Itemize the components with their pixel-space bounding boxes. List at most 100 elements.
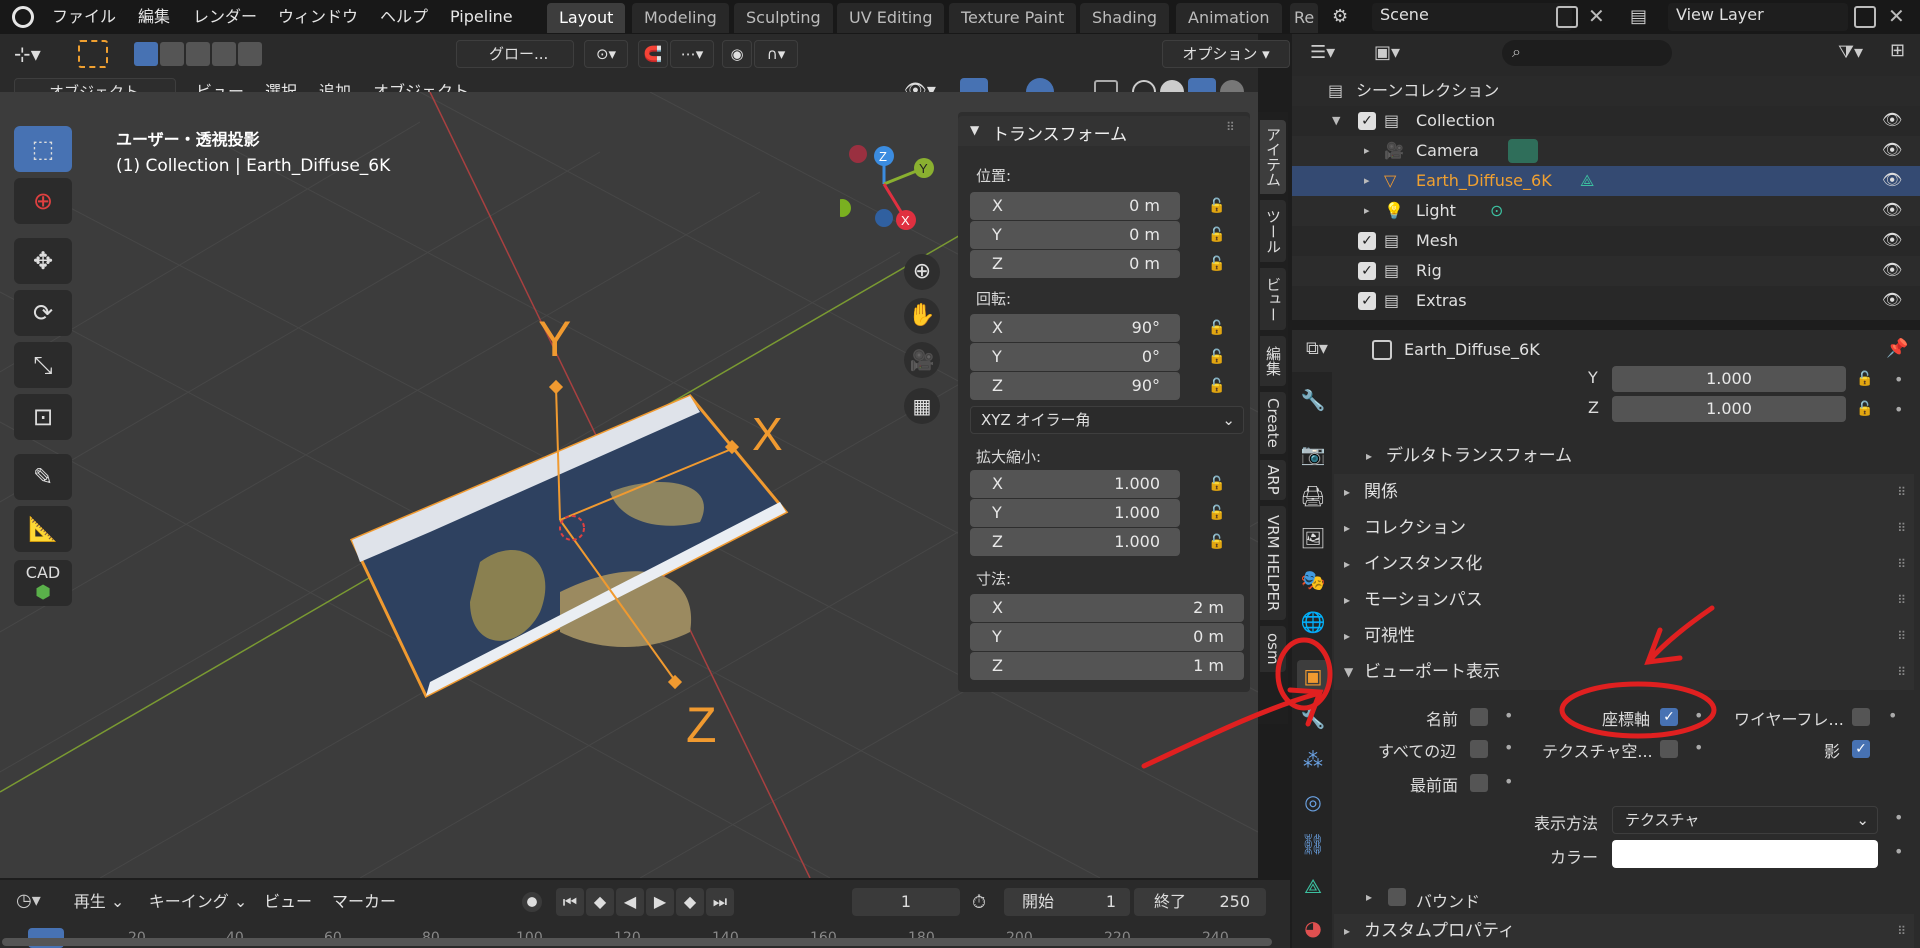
new-collection-icon[interactable]: ⊞ — [1890, 40, 1905, 61]
tool-rotate[interactable]: ⟳ — [14, 290, 72, 336]
rotation-x-field[interactable]: X 90° — [970, 314, 1180, 342]
properties-editor-type-icon[interactable]: ⧉▾ — [1306, 338, 1328, 359]
next-keyframe-button[interactable]: ◆ — [676, 888, 704, 916]
shadow-checkbox[interactable]: ✓ — [1852, 740, 1870, 758]
playback-menu[interactable]: 再生 ⌄ — [66, 888, 132, 916]
select-mode-difference-icon[interactable] — [212, 42, 236, 66]
lock-icon[interactable]: 🔓 — [1208, 378, 1226, 394]
checkbox-exclude[interactable]: ✓ — [1358, 232, 1376, 250]
tab-uv-editing[interactable]: UV Editing — [837, 3, 945, 33]
tool-transform[interactable]: ⊡ — [14, 394, 72, 440]
tab-edit[interactable]: 編集 — [1260, 336, 1286, 386]
menu-edit[interactable]: 編集 — [138, 5, 170, 29]
animate-dot-icon[interactable]: • — [1894, 808, 1903, 827]
animate-dot-icon[interactable]: • — [1894, 400, 1903, 419]
view-layer-icon[interactable]: ▤ — [1630, 6, 1647, 27]
tool-move[interactable]: ✥ — [14, 238, 72, 284]
lock-icon[interactable]: 🔓 — [1208, 476, 1226, 492]
stopwatch-icon[interactable]: ⏱ — [972, 892, 986, 913]
lock-icon[interactable]: 🔓 — [1208, 320, 1226, 336]
display-as-dropdown[interactable]: テクスチャ ⌄ — [1612, 806, 1878, 834]
drag-handle-icon[interactable]: ⠿ — [1897, 474, 1906, 510]
drag-handle-icon[interactable]: ⠿ — [1897, 546, 1906, 582]
transform-orientation-dropdown[interactable]: グロー... — [456, 40, 574, 68]
outliner-row-extras[interactable]: ✓ ▤ Extras — [1292, 286, 1920, 316]
tool-cad[interactable]: CAD ⬢ — [14, 560, 72, 606]
lock-icon[interactable]: 🔓 — [1208, 198, 1226, 214]
pan-hand-icon[interactable]: ✋ — [904, 298, 940, 334]
properties-scale-z-field[interactable]: 1.000 — [1612, 396, 1846, 422]
material-properties-icon[interactable]: ◕ — [1297, 912, 1329, 944]
select-mode-intersect-icon[interactable] — [238, 42, 262, 66]
tool-annotate[interactable]: ✎ — [14, 454, 72, 500]
copy-scene-icon[interactable] — [1556, 6, 1578, 28]
keying-menu[interactable]: キーイング ⌄ — [144, 888, 252, 916]
outliner-display-mode-icon[interactable]: ☰▾ — [1310, 42, 1335, 63]
select-mode-new-icon[interactable] — [134, 42, 158, 66]
camera-view-icon[interactable]: 🎥 — [904, 342, 940, 378]
drag-handle-icon[interactable]: ⠿ — [1897, 618, 1906, 654]
options-dropdown[interactable]: オプション ▾ — [1162, 40, 1290, 68]
rotation-z-field[interactable]: Z 90° — [970, 372, 1180, 400]
scale-x-field[interactable]: X 1.000 — [970, 470, 1180, 498]
animate-dot-icon[interactable]: • — [1888, 706, 1897, 725]
eye-icon[interactable]: 👁 — [1882, 230, 1902, 249]
outliner-row-earth[interactable]: ▸ ▽ Earth_Diffuse_6K ⟁ — [1292, 166, 1920, 196]
tab-animation[interactable]: Animation — [1176, 3, 1282, 33]
menu-pipeline[interactable]: Pipeline — [450, 5, 513, 29]
play-reverse-button[interactable]: ◀ — [616, 888, 644, 916]
proportional-edit-toggle[interactable]: ◉ — [722, 40, 752, 68]
tab-texture-paint[interactable]: Texture Paint — [949, 3, 1077, 33]
drag-handle-icon[interactable]: ⠿ — [1897, 654, 1906, 690]
tab-layout[interactable]: Layout — [547, 3, 626, 33]
outliner-row-mesh[interactable]: ✓ ▤ Mesh — [1292, 226, 1920, 256]
tab-item[interactable]: アイテム — [1260, 120, 1286, 194]
scene-properties-icon[interactable]: 🎭 — [1297, 564, 1329, 596]
tab-modeling[interactable]: Modeling — [632, 3, 729, 33]
axis-z-handle[interactable] — [667, 674, 683, 690]
expand-triangle-icon[interactable]: ▼ — [1332, 106, 1340, 136]
lock-icon[interactable]: 🔓 — [1208, 534, 1226, 550]
select-tool-icon[interactable] — [78, 40, 108, 68]
section-instancing[interactable]: ▸ インスタンス化 ⠿ — [1334, 546, 1914, 582]
timeline-marker-menu[interactable]: マーカー — [332, 890, 396, 914]
show-wireframe-checkbox[interactable] — [1852, 708, 1870, 726]
tab-arp[interactable]: ARP — [1260, 460, 1286, 500]
rotation-mode-dropdown[interactable]: XYZ オイラー角 ⌄ — [970, 406, 1244, 434]
current-frame-field[interactable]: 1 — [852, 888, 960, 916]
filter-icon[interactable]: ⧩▾ — [1838, 42, 1863, 63]
timeline-scrollbar[interactable] — [2, 938, 1272, 946]
scale-z-field[interactable]: Z 1.000 — [970, 528, 1180, 556]
drag-handle-icon[interactable]: ⠿ — [1897, 914, 1906, 948]
tab-view[interactable]: ビュー — [1260, 268, 1286, 330]
rotation-y-field[interactable]: Y 0° — [970, 343, 1180, 371]
camera-data-icon[interactable] — [1508, 139, 1538, 163]
navigation-gizmo[interactable]: Z Y X — [840, 140, 960, 240]
section-relations[interactable]: ▸ 関係 ⠿ — [1334, 474, 1914, 510]
lock-icon[interactable]: 🔓 — [1208, 256, 1226, 272]
color-swatch[interactable] — [1612, 840, 1878, 868]
checkbox-exclude[interactable]: ✓ — [1358, 292, 1376, 310]
close-view-layer-icon[interactable]: ✕ — [1888, 4, 1905, 28]
jump-start-button[interactable]: ⏮ — [556, 888, 584, 916]
physics-properties-icon[interactable]: ◎ — [1297, 786, 1329, 818]
drag-handle-icon[interactable]: ⠿ — [1897, 582, 1906, 618]
menu-window[interactable]: ウィンドウ — [278, 5, 358, 29]
section-custom-properties[interactable]: ▸ カスタムプロパティ ⠿ — [1334, 914, 1914, 948]
mesh-data-icon[interactable]: ⟁ — [1580, 166, 1594, 196]
drag-handle-icon[interactable]: ⠿ — [1226, 120, 1235, 134]
eye-icon[interactable]: 👁 — [1882, 110, 1902, 129]
tab-more[interactable]: Re — [1290, 3, 1319, 33]
outliner-search-input[interactable]: ⌕ — [1502, 40, 1672, 66]
tool-measure[interactable]: 📐 — [14, 506, 72, 552]
start-frame-field[interactable]: 開始 1 — [1004, 888, 1130, 916]
lock-icon[interactable]: 🔓 — [1856, 401, 1874, 417]
jump-end-button[interactable]: ⏭ — [706, 888, 734, 916]
output-properties-icon[interactable]: 🖨 — [1297, 480, 1329, 512]
location-z-field[interactable]: Z 0 m — [970, 250, 1180, 278]
light-data-icon[interactable]: ⊙ — [1490, 196, 1503, 226]
tab-tool[interactable]: ツール — [1260, 200, 1286, 262]
earth-plane[interactable] — [349, 394, 789, 699]
timeline-view-menu[interactable]: ビュー — [264, 890, 312, 914]
animate-dot-icon[interactable]: • — [1894, 842, 1903, 861]
